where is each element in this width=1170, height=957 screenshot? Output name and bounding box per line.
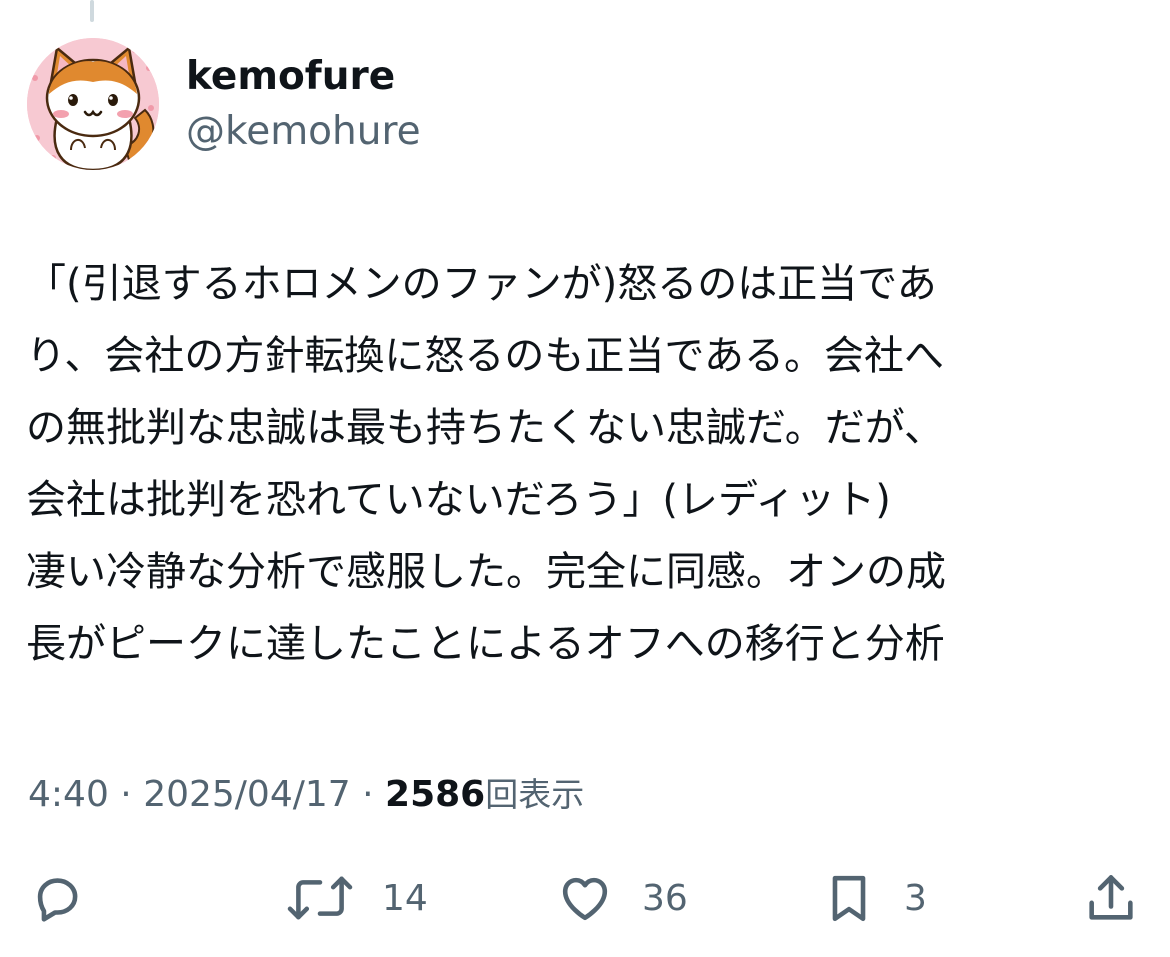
tweet-date[interactable]: 2025/04/17 [143,774,351,815]
retweet-count: 14 [382,877,428,919]
tweet-time[interactable]: 4:40 [28,774,109,815]
retweet-icon [287,876,353,920]
avatar[interactable] [27,38,159,170]
share-button[interactable] [1082,868,1140,928]
reply-icon [37,878,78,922]
author-display-name[interactable]: kemofure [186,52,395,102]
views-count[interactable]: 2586 [385,774,485,815]
like-count: 36 [642,877,688,919]
tweet-text-line: 「(引退するホロメンのファンが)怒るのは正当であ [26,261,937,307]
bookmark-button[interactable]: 3 [820,868,927,928]
tweet-text: 「(引退するホロメンのファンが)怒るのは正当であ り、会社の方針転換に怒るのも正… [26,248,1146,680]
bookmark-icon [832,875,866,922]
views-label: 回表示 [485,775,585,814]
bookmark-count: 3 [904,877,927,919]
like-button[interactable]: 36 [554,868,688,928]
meta-separator: · [350,774,386,815]
tweet-text-line: り、会社の方針転換に怒るのも正当である。会社へ [26,333,944,379]
reply-button[interactable] [28,868,86,928]
thread-connector-line [90,0,94,22]
retweet-button[interactable]: 14 [284,868,428,928]
cat-avatar-icon [27,38,159,170]
tweet-meta: 4:40 · 2025/04/17 · 2586回表示 [28,770,584,820]
tweet-text-line: 長がピークに達したことによるオフへの移行と分析 [26,621,945,667]
share-icon [1089,875,1133,920]
meta-separator: · [108,774,144,815]
heart-icon [562,877,608,921]
tweet-text-line: の無批判な忠誠は最も持ちたくない忠誠だ。だが、 [26,405,944,451]
tweet-text-line: 凄い冷静な分析で感服した。完全に同感。オンの成 [26,549,946,595]
author-handle[interactable]: @kemohure [186,107,421,157]
tweet-text-line: 会社は批判を恐れていないだろう」(レディット) [26,477,891,523]
